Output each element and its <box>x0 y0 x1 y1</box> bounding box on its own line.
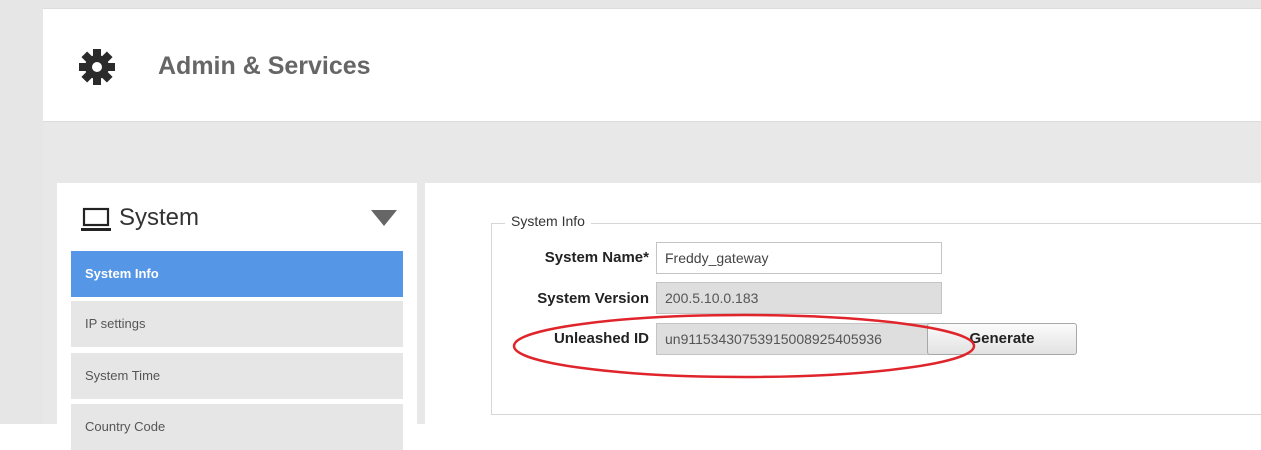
system-name-field[interactable]: Freddy_gateway <box>656 242 942 274</box>
sidebar-item-ip-settings[interactable]: IP settings <box>71 301 403 347</box>
page-title: Admin & Services <box>158 52 371 80</box>
system-version-label: System Version <box>537 290 649 307</box>
unleashed-id-field: un91153430753915008925405936 <box>656 323 942 355</box>
triangle-down-icon[interactable] <box>371 210 397 226</box>
sidebar: System System Info IP settings System Ti… <box>57 183 417 450</box>
system-version-field: 200.5.10.0.183 <box>656 282 942 314</box>
sidebar-title: System <box>119 204 200 231</box>
main-content: System Info System Name* Freddy_gateway … <box>425 183 1261 424</box>
sidebar-item-system-time[interactable]: System Time <box>71 353 403 399</box>
sidebar-item-system-info[interactable]: System Info <box>71 251 403 297</box>
generate-button[interactable]: Generate <box>927 323 1077 355</box>
unleashed-id-label: Unleashed ID <box>553 330 649 347</box>
sidebar-header[interactable]: System <box>57 183 417 249</box>
top-border <box>0 0 1261 8</box>
monitor-icon <box>81 207 111 231</box>
section-legend: System Info <box>505 213 591 229</box>
system-name-label: System Name* <box>544 249 649 266</box>
gear-icon <box>79 49 115 85</box>
left-border <box>0 0 43 424</box>
sidebar-item-country-code[interactable]: Country Code <box>71 404 403 450</box>
